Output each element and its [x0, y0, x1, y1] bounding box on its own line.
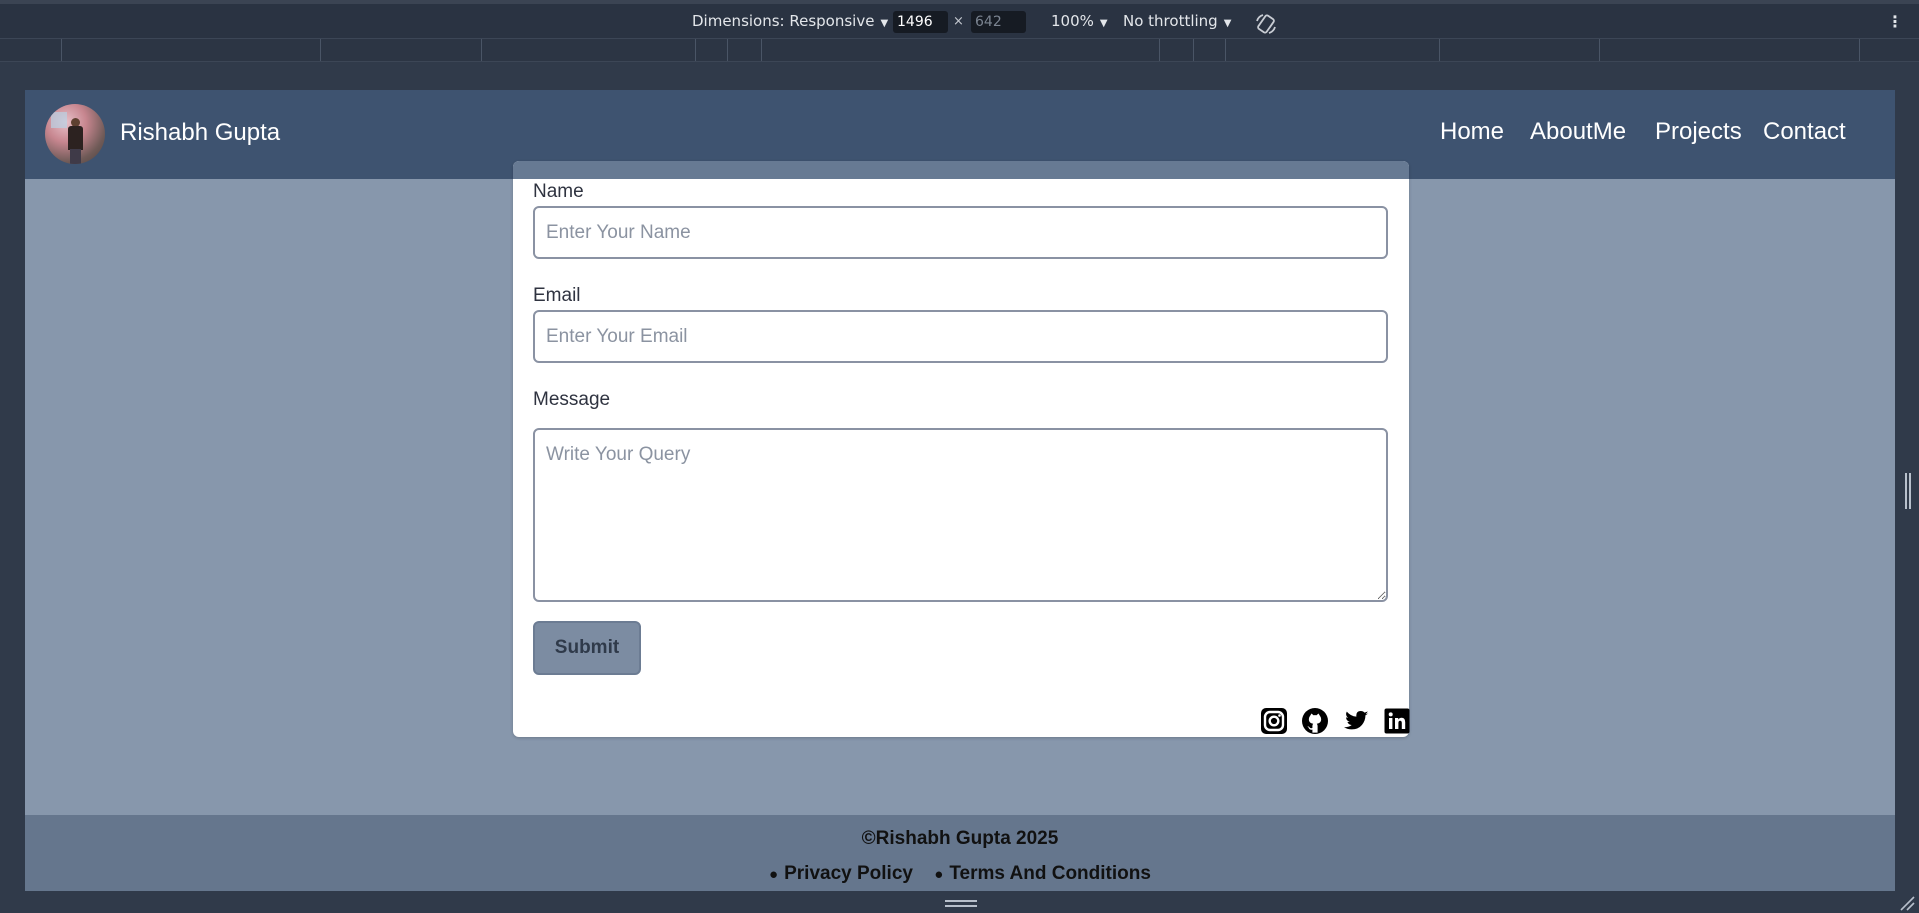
footer: ©Rishabh Gupta 2025 ● Privacy Policy ● Ter… — [25, 815, 1895, 891]
footer-copyright: ©Rishabh Gupta 2025 — [861, 828, 1059, 849]
more-options-icon[interactable]: ⋮ — [1887, 12, 1903, 31]
chevron-down-icon: ▼ — [1099, 18, 1108, 29]
width-input[interactable]: 1496 — [893, 11, 948, 33]
ruler-tick — [481, 39, 482, 61]
ruler-tick — [727, 39, 728, 61]
rotate-icon[interactable] — [1254, 12, 1278, 36]
footer-link-terms[interactable]: ● Terms And Conditions — [934, 863, 1151, 884]
zoom-label: 100% — [1051, 12, 1094, 30]
page-viewport: Rishabh Gupta Home AboutMe Projects Cont… — [25, 90, 1895, 891]
instagram-icon[interactable] — [1260, 707, 1288, 735]
chevron-down-icon: ▼ — [1223, 18, 1232, 29]
ruler-tick — [61, 39, 62, 61]
name-input[interactable] — [533, 206, 1388, 259]
avatar[interactable] — [45, 104, 105, 164]
linkedin-icon[interactable] — [1383, 707, 1411, 735]
card-top-overlap — [513, 161, 1409, 179]
nav-link-contact[interactable]: Contact — [1763, 118, 1846, 146]
chevron-down-icon: ▼ — [880, 18, 889, 29]
resize-handle-right[interactable] — [1905, 473, 1911, 509]
devtools-left-gutter — [0, 90, 25, 913]
dimension-separator: × — [953, 14, 964, 29]
footer-link-privacy[interactable]: ● Privacy Policy — [769, 863, 913, 884]
ruler-tick — [1193, 39, 1194, 61]
ruler-tick — [1439, 39, 1440, 61]
dimensions-label: Dimensions: Responsive — [692, 12, 875, 30]
nav-link-projects[interactable]: Projects — [1655, 118, 1742, 146]
twitter-icon[interactable] — [1342, 707, 1370, 735]
avatar-figure-body — [68, 126, 83, 150]
throttling-dropdown[interactable]: No throttling ▼ — [1123, 12, 1231, 30]
resize-corner-icon[interactable] — [1897, 893, 1915, 911]
throttling-label: No throttling — [1123, 12, 1218, 30]
ruler-tick — [320, 39, 321, 61]
ruler-tick — [1859, 39, 1860, 61]
message-textarea[interactable] — [533, 428, 1388, 602]
avatar-figure-legs — [70, 149, 81, 164]
resize-handle-bottom[interactable] — [945, 900, 977, 907]
submit-button[interactable]: Submit — [533, 621, 641, 675]
ruler-tick — [695, 39, 696, 61]
email-label: Email — [533, 285, 581, 306]
github-icon[interactable] — [1301, 707, 1329, 735]
nav-link-aboutme[interactable]: AboutMe — [1530, 118, 1626, 146]
terms-label: Terms And Conditions — [949, 863, 1151, 884]
avatar-background — [51, 112, 67, 128]
ruler-tick — [1599, 39, 1600, 61]
email-input[interactable] — [533, 310, 1388, 363]
devtools-device-toolbar: Dimensions: Responsive ▼ 1496 × 642 100% ▼… — [0, 4, 1919, 38]
contact-form-card: Name Email Message Submit — [513, 161, 1411, 737]
name-label: Name — [533, 181, 584, 202]
ruler-tick — [1225, 39, 1226, 61]
height-input[interactable]: 642 — [971, 11, 1026, 33]
message-label: Message — [533, 389, 611, 410]
ruler-tick — [1159, 39, 1160, 61]
privacy-policy-label: Privacy Policy — [784, 863, 913, 884]
ruler-tick — [761, 39, 762, 61]
devtools-media-query-bar — [0, 38, 1919, 62]
devtools-gutter — [0, 62, 1919, 90]
bullet-icon: ● — [769, 866, 779, 883]
bullet-icon: ● — [934, 866, 944, 883]
zoom-dropdown[interactable]: 100% ▼ — [1051, 12, 1108, 30]
brand-name[interactable]: Rishabh Gupta — [120, 119, 280, 147]
dimensions-dropdown[interactable]: Dimensions: Responsive ▼ — [692, 12, 888, 30]
nav-link-home[interactable]: Home — [1440, 118, 1504, 146]
footer-links: ● Privacy Policy ● Terms And Conditions — [25, 863, 1895, 885]
